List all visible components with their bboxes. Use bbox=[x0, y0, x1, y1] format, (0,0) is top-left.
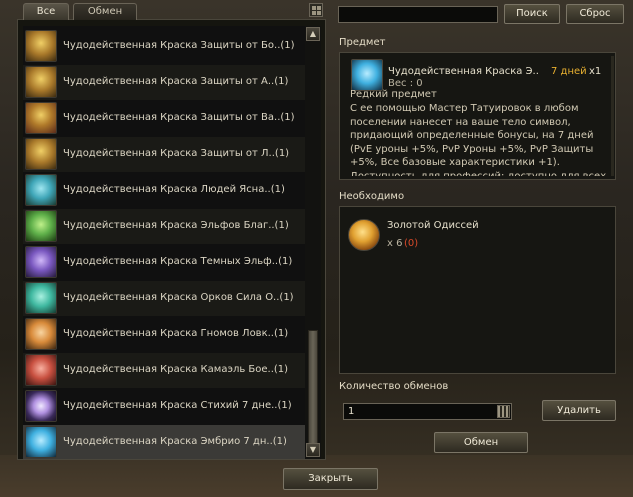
gold-dye-bottle-icon bbox=[25, 138, 57, 170]
item-count: x1 bbox=[589, 66, 602, 77]
list-item[interactable]: Чудодейственная Краска Людей Ясна..(1) bbox=[23, 173, 319, 208]
search-input[interactable] bbox=[338, 6, 498, 23]
required-owned: (0) bbox=[404, 238, 419, 249]
list-item[interactable]: Чудодейственная Краска Защиты от А..(1) bbox=[23, 65, 319, 100]
scroll-up-icon[interactable]: ▲ bbox=[306, 27, 320, 41]
teal-dye-bottle-icon bbox=[25, 282, 57, 314]
item-list: Чудодейственная Краска Защиты от Бо..(1)… bbox=[23, 26, 319, 459]
gold-dye-bottle-icon bbox=[25, 30, 57, 62]
tab-all[interactable]: Все bbox=[23, 3, 69, 20]
list-item-label: Чудодейственная Краска Гномов Ловк..(1) bbox=[63, 328, 289, 339]
list-item-label: Чудодейственная Краска Защиты от Л..(1) bbox=[63, 148, 290, 159]
list-item[interactable]: Чудодейственная Краска Стихий 7 дне..(1) bbox=[23, 389, 319, 424]
reset-button[interactable]: Сброс bbox=[566, 4, 624, 24]
list-item-label: Чудодейственная Краска Защиты от А..(1) bbox=[63, 76, 289, 87]
tab-exchange[interactable]: Обмен bbox=[73, 3, 137, 20]
list-item-label: Чудодейственная Краска Камаэль Бое..(1) bbox=[63, 364, 289, 375]
keypad-icon[interactable] bbox=[497, 405, 510, 418]
item-duration: 7 дней bbox=[551, 66, 587, 77]
item-weight: Вес : 0 bbox=[388, 78, 423, 89]
list-item[interactable]: Чудодейственная Краска Орков Сила О..(1) bbox=[23, 281, 319, 316]
list-item-label: Чудодейственная Краска Эмбрио 7 дн..(1) bbox=[63, 436, 287, 447]
close-button[interactable]: Закрыть bbox=[283, 468, 378, 490]
exchange-quantity-input[interactable]: 1 bbox=[343, 403, 512, 420]
cyan-dye-bottle-icon bbox=[351, 59, 383, 91]
list-item[interactable]: Чудодейственная Краска Защиты от Бо..(1) bbox=[23, 29, 319, 64]
desc-scrollbar[interactable] bbox=[611, 56, 614, 176]
purple-dye-bottle-icon bbox=[25, 246, 57, 278]
exchange-button[interactable]: Обмен bbox=[434, 432, 528, 453]
required-panel bbox=[339, 206, 616, 374]
required-section-title: Необходимо bbox=[339, 191, 405, 202]
required-quantity: x 6 bbox=[387, 238, 403, 249]
list-item[interactable]: Чудодейственная Краска Защиты от Л..(1) bbox=[23, 137, 319, 172]
item-rarity: Редкий предмет bbox=[350, 89, 437, 100]
item-description: С ее помощью Мастер Татуировок в любом п… bbox=[350, 103, 607, 176]
list-item-label: Чудодейственная Краска Защиты от Бо..(1) bbox=[63, 40, 295, 51]
orange-dye-bottle-icon bbox=[25, 318, 57, 350]
list-item-selected[interactable]: Чудодейственная Краска Эмбрио 7 дн..(1) bbox=[23, 425, 319, 459]
item-section-title: Предмет bbox=[339, 37, 386, 48]
green-dye-bottle-icon bbox=[25, 210, 57, 242]
list-item-label: Чудодейственная Краска Орков Сила О..(1) bbox=[63, 292, 294, 303]
list-item-label: Чудодейственная Краска Стихий 7 дне..(1) bbox=[63, 400, 292, 411]
blue-dye-bottle-icon bbox=[25, 174, 57, 206]
list-item[interactable]: Чудодейственная Краска Защиты от Ва..(1) bbox=[23, 101, 319, 136]
list-item[interactable]: Чудодейственная Краска Эльфов Благ..(1) bbox=[23, 209, 319, 244]
gold-dye-bottle-icon bbox=[25, 66, 57, 98]
list-item[interactable]: Чудодейственная Краска Гномов Ловк..(1) bbox=[23, 317, 319, 352]
delete-button[interactable]: Удалить bbox=[542, 400, 616, 421]
list-item-label: Чудодейственная Краска Эльфов Благ..(1) bbox=[63, 220, 289, 231]
view-toggle-icon[interactable] bbox=[309, 3, 323, 17]
scroll-thumb[interactable] bbox=[308, 330, 318, 452]
required-name: Золотой Одиссей bbox=[387, 220, 479, 231]
red-dye-bottle-icon bbox=[25, 354, 57, 386]
list-scrollbar[interactable]: ▲ ▼ bbox=[305, 26, 321, 459]
item-name: Чудодейственная Краска Э.. bbox=[388, 66, 539, 77]
scroll-down-icon[interactable]: ▼ bbox=[306, 443, 320, 457]
list-item-label: Чудодейственная Краска Людей Ясна..(1) bbox=[63, 184, 285, 195]
exchange-count-title: Количество обменов bbox=[339, 381, 449, 392]
search-button[interactable]: Поиск bbox=[504, 4, 560, 24]
list-item-label: Чудодейственная Краска Темных Эльф..(1) bbox=[63, 256, 293, 267]
gold-dye-bottle-icon bbox=[25, 102, 57, 134]
gold-coin-icon bbox=[348, 219, 380, 251]
cyan-dye-bottle-icon bbox=[25, 426, 57, 458]
list-item[interactable]: Чудодейственная Краска Камаэль Бое..(1) bbox=[23, 353, 319, 388]
violet-dye-orb-icon bbox=[25, 390, 57, 422]
list-item[interactable]: Чудодейственная Краска Темных Эльф..(1) bbox=[23, 245, 319, 280]
list-item-label: Чудодейственная Краска Защиты от Ва..(1) bbox=[63, 112, 295, 123]
